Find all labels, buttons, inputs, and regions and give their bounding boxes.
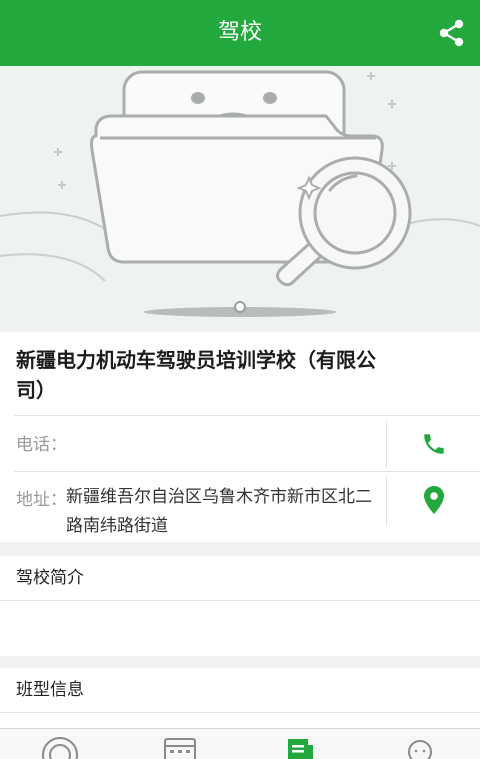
- page-title: 驾校: [217, 20, 262, 45]
- intro-section-title: 驾校简介: [16, 568, 84, 588]
- phone-icon: [424, 434, 444, 454]
- class-section: 班型信息: [0, 668, 480, 728]
- app-bar: 驾校: [0, 0, 480, 66]
- divider: [0, 600, 480, 601]
- share-icon[interactable]: [438, 19, 466, 47]
- intro-section: 驾校简介: [0, 556, 480, 656]
- divider: [386, 476, 387, 526]
- divider: [0, 712, 480, 713]
- address-label: 地址：: [16, 490, 67, 510]
- document-icon: [288, 739, 313, 759]
- calendar-icon: [164, 738, 196, 759]
- tab-home[interactable]: [40, 735, 80, 759]
- empty-folder-illustration: [0, 70, 480, 317]
- tab-school[interactable]: [280, 735, 320, 759]
- tab-schedule[interactable]: [160, 735, 200, 759]
- phone-label: 电话：: [16, 435, 67, 455]
- steering-wheel-icon: [42, 737, 78, 759]
- bottom-tab-bar: [0, 728, 480, 759]
- school-info-card: 新疆电力机动车驾驶员培训学校（有限公司） 电话： 地址： 新疆维吾尔自治区乌鲁木…: [0, 332, 480, 542]
- call-button[interactable]: [388, 416, 480, 472]
- map-location-button[interactable]: [388, 472, 480, 528]
- class-section-title: 班型信息: [16, 680, 84, 700]
- tab-profile[interactable]: [400, 735, 440, 759]
- divider: [386, 422, 387, 468]
- location-pin-icon: [424, 486, 444, 514]
- user-icon: [408, 740, 432, 759]
- school-name: 新疆电力机动车驾驶员培训学校（有限公司）: [16, 348, 376, 402]
- school-image-placeholder: [0, 66, 480, 332]
- address-value: 新疆维吾尔自治区乌鲁木齐市新市区北二路南纬路街道: [66, 487, 372, 536]
